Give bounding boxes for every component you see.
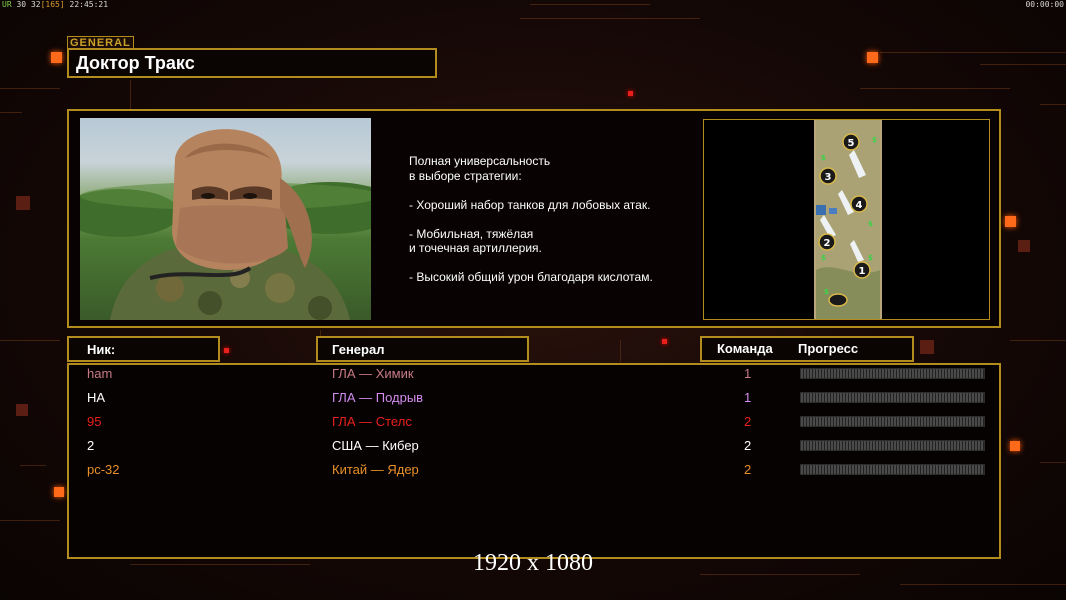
svg-text:$: $ xyxy=(821,254,826,262)
header-progress-label: Прогресс xyxy=(798,341,859,356)
header-nick-label: Ник: xyxy=(87,342,116,357)
player-general: США — Кибер xyxy=(332,438,419,453)
player-team: 1 xyxy=(744,390,752,405)
general-title: Доктор Тракс xyxy=(76,53,195,73)
svg-text:$: $ xyxy=(868,254,873,262)
player-progress-bar xyxy=(800,392,985,403)
header-nick: Ник: xyxy=(67,336,220,362)
player-nick: HA xyxy=(87,390,106,405)
player-general: ГЛА — Подрыв xyxy=(332,390,424,405)
map-marker-1: 1 xyxy=(859,266,866,277)
player-team: 2 xyxy=(744,462,752,477)
player-row: ham ГЛА — Химик 1 xyxy=(0,364,1066,384)
svg-text:$: $ xyxy=(872,136,877,144)
hud-value-a: 30 xyxy=(16,0,27,9)
header-general-label: Генерал xyxy=(332,342,385,357)
player-nick: ham xyxy=(87,366,113,381)
player-progress-bar xyxy=(800,368,985,379)
hud-ur: UR xyxy=(2,0,12,9)
player-general: ГЛА — Стелс xyxy=(332,414,412,429)
map-marker-5: 5 xyxy=(848,138,855,149)
player-nick: pc-32 xyxy=(87,462,120,477)
player-row: HA ГЛА — Подрыв 1 xyxy=(0,388,1066,408)
general-description: Полная универсальность в выборе стратеги… xyxy=(409,154,653,284)
player-row: pc-32 Китай — Ядер 2 xyxy=(0,460,1066,480)
portrait-image xyxy=(80,129,371,320)
player-row: 2 США — Кибер 2 xyxy=(0,436,1066,456)
hud-value-c: [165] xyxy=(40,0,65,9)
hud-timer: 00:00:00 xyxy=(1025,0,1064,9)
resolution-label: 1920 x 1080 xyxy=(473,550,593,576)
map-marker-3: 3 xyxy=(825,172,832,183)
general-portrait xyxy=(80,118,371,320)
player-progress-bar xyxy=(800,464,985,475)
map-marker-4: 4 xyxy=(856,200,863,211)
header-team-progress: Команда Прогресс xyxy=(700,336,914,362)
player-progress-bar xyxy=(800,440,985,451)
player-progress-bar xyxy=(800,416,985,427)
svg-text:$: $ xyxy=(821,154,826,162)
player-general: Китай — Ядер xyxy=(332,462,419,477)
map-preview: 5 3 4 2 1 $ $ $ $ $ $ xyxy=(703,119,990,320)
svg-text:$: $ xyxy=(868,220,873,228)
svg-text:$: $ xyxy=(824,288,829,296)
player-nick: 95 xyxy=(87,414,102,429)
player-general: ГЛА — Химик xyxy=(332,366,414,381)
header-general: Генерал xyxy=(316,336,529,362)
hud-status: UR 30 32[165] 22:45:21 xyxy=(2,0,108,9)
map-image: 5 3 4 2 1 $ $ $ $ $ $ xyxy=(814,120,882,319)
hud-clock: 22:45:21 xyxy=(69,0,109,9)
player-team: 2 xyxy=(744,438,752,453)
general-title-box: Доктор Тракс xyxy=(67,48,437,78)
player-row: 95 ГЛА — Стелс 2 xyxy=(0,412,1066,432)
player-team: 1 xyxy=(744,366,752,381)
map-marker-2: 2 xyxy=(824,238,831,249)
hud-value-b: 32 xyxy=(30,0,41,9)
header-team-label: Команда xyxy=(717,341,773,356)
player-nick: 2 xyxy=(87,438,95,453)
player-team: 2 xyxy=(744,414,752,429)
